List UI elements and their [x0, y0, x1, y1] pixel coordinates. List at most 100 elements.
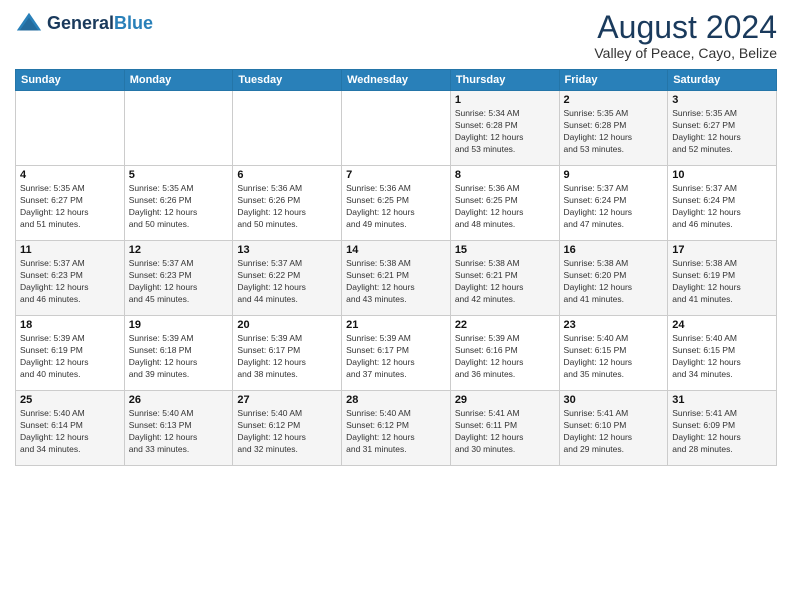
cell-content: Sunrise: 5:34 AMSunset: 6:28 PMDaylight:… — [455, 108, 555, 156]
calendar-cell: 26 Sunrise: 5:40 AMSunset: 6:13 PMDayligh… — [124, 391, 233, 466]
day-number: 23 — [564, 319, 664, 331]
day-number: 5 — [129, 169, 229, 181]
cell-content: Sunrise: 5:37 AMSunset: 6:24 PMDaylight:… — [564, 183, 664, 231]
day-number: 14 — [346, 244, 446, 256]
cell-content: Sunrise: 5:39 AMSunset: 6:17 PMDaylight:… — [346, 333, 446, 381]
calendar-cell: 31 Sunrise: 5:41 AMSunset: 6:09 PMDayligh… — [668, 391, 777, 466]
calendar-cell: 24Sunrise: 5:40 AMSunset: 6:15 PMDayligh… — [668, 316, 777, 391]
day-number: 28 — [346, 394, 446, 406]
cell-content: Sunrise: 5:40 AMSunset: 6:13 PMDaylight:… — [129, 408, 229, 456]
cell-content: Sunrise: 5:37 AMSunset: 6:23 PMDaylight:… — [129, 258, 229, 306]
calendar-week-2: 4 Sunrise: 5:35 AMSunset: 6:27 PMDaylight… — [16, 166, 777, 241]
cell-content: Sunrise: 5:40 AMSunset: 6:15 PMDaylight:… — [564, 333, 664, 381]
day-number: 6 — [237, 169, 337, 181]
calendar-cell: 11 Sunrise: 5:37 AMSunset: 6:23 PMDayligh… — [16, 241, 125, 316]
calendar-cell: 22Sunrise: 5:39 AMSunset: 6:16 PMDayligh… — [450, 316, 559, 391]
cell-content: Sunrise: 5:41 AMSunset: 6:09 PMDaylight:… — [672, 408, 772, 456]
cell-content: Sunrise: 5:40 AMSunset: 6:15 PMDaylight:… — [672, 333, 772, 381]
day-number: 15 — [455, 244, 555, 256]
cell-content: Sunrise: 5:38 AMSunset: 6:21 PMDaylight:… — [346, 258, 446, 306]
logo-icon — [15, 10, 43, 38]
day-number: 13 — [237, 244, 337, 256]
calendar-cell: 1 Sunrise: 5:34 AMSunset: 6:28 PMDaylight… — [450, 91, 559, 166]
cell-content: Sunrise: 5:39 AMSunset: 6:17 PMDaylight:… — [237, 333, 337, 381]
page-header: GeneralBlue August 2024 Valley of Peace,… — [15, 10, 777, 61]
day-number: 2 — [564, 94, 664, 106]
calendar-cell: 16 Sunrise: 5:38 AMSunset: 6:20 PMDayligh… — [559, 241, 668, 316]
calendar-cell: 3 Sunrise: 5:35 AMSunset: 6:27 PMDaylight… — [668, 91, 777, 166]
calendar-body: 1 Sunrise: 5:34 AMSunset: 6:28 PMDaylight… — [16, 91, 777, 466]
calendar-cell: 21 Sunrise: 5:39 AMSunset: 6:17 PMDayligh… — [342, 316, 451, 391]
calendar-cell: 30 Sunrise: 5:41 AMSunset: 6:10 PMDayligh… — [559, 391, 668, 466]
calendar-cell: 8Sunrise: 5:36 AMSunset: 6:25 PMDaylight… — [450, 166, 559, 241]
calendar-cell: 15 Sunrise: 5:38 AMSunset: 6:21 PMDayligh… — [450, 241, 559, 316]
day-number: 11 — [20, 244, 120, 256]
logo: GeneralBlue — [15, 10, 153, 38]
calendar-cell: 17Sunrise: 5:38 AMSunset: 6:19 PMDayligh… — [668, 241, 777, 316]
cell-content: Sunrise: 5:39 AMSunset: 6:18 PMDaylight:… — [129, 333, 229, 381]
day-number: 10 — [672, 169, 772, 181]
title-area: August 2024 Valley of Peace, Cayo, Beliz… — [594, 10, 777, 61]
calendar-cell — [124, 91, 233, 166]
day-number: 26 — [129, 394, 229, 406]
calendar-cell: 18Sunrise: 5:39 AMSunset: 6:19 PMDayligh… — [16, 316, 125, 391]
day-number: 31 — [672, 394, 772, 406]
calendar-week-4: 18Sunrise: 5:39 AMSunset: 6:19 PMDayligh… — [16, 316, 777, 391]
cell-content: Sunrise: 5:40 AMSunset: 6:14 PMDaylight:… — [20, 408, 120, 456]
calendar-week-3: 11 Sunrise: 5:37 AMSunset: 6:23 PMDayligh… — [16, 241, 777, 316]
day-number: 22 — [455, 319, 555, 331]
cell-content: Sunrise: 5:39 AMSunset: 6:19 PMDaylight:… — [20, 333, 120, 381]
cell-content: Sunrise: 5:40 AMSunset: 6:12 PMDaylight:… — [237, 408, 337, 456]
cell-content: Sunrise: 5:38 AMSunset: 6:21 PMDaylight:… — [455, 258, 555, 306]
cell-content: Sunrise: 5:35 AMSunset: 6:28 PMDaylight:… — [564, 108, 664, 156]
calendar-cell: 27 Sunrise: 5:40 AMSunset: 6:12 PMDayligh… — [233, 391, 342, 466]
day-number: 3 — [672, 94, 772, 106]
logo-text: GeneralBlue — [47, 14, 153, 34]
day-number: 25 — [20, 394, 120, 406]
day-number: 29 — [455, 394, 555, 406]
day-number: 4 — [20, 169, 120, 181]
cell-content: Sunrise: 5:35 AMSunset: 6:27 PMDaylight:… — [20, 183, 120, 231]
days-row: SundayMondayTuesdayWednesdayThursdayFrid… — [16, 70, 777, 91]
calendar-cell: 29 Sunrise: 5:41 AMSunset: 6:11 PMDayligh… — [450, 391, 559, 466]
calendar-week-1: 1 Sunrise: 5:34 AMSunset: 6:28 PMDaylight… — [16, 91, 777, 166]
day-number: 12 — [129, 244, 229, 256]
calendar-cell: 2 Sunrise: 5:35 AMSunset: 6:28 PMDaylight… — [559, 91, 668, 166]
calendar-week-5: 25 Sunrise: 5:40 AMSunset: 6:14 PMDayligh… — [16, 391, 777, 466]
calendar-header: SundayMondayTuesdayWednesdayThursdayFrid… — [16, 70, 777, 91]
cell-content: Sunrise: 5:37 AMSunset: 6:23 PMDaylight:… — [20, 258, 120, 306]
calendar-cell: 9 Sunrise: 5:37 AMSunset: 6:24 PMDaylight… — [559, 166, 668, 241]
cell-content: Sunrise: 5:41 AMSunset: 6:10 PMDaylight:… — [564, 408, 664, 456]
day-number: 20 — [237, 319, 337, 331]
calendar-cell: 4 Sunrise: 5:35 AMSunset: 6:27 PMDaylight… — [16, 166, 125, 241]
day-header-saturday: Saturday — [668, 70, 777, 91]
calendar-cell: 12 Sunrise: 5:37 AMSunset: 6:23 PMDayligh… — [124, 241, 233, 316]
calendar-cell: 25 Sunrise: 5:40 AMSunset: 6:14 PMDayligh… — [16, 391, 125, 466]
day-header-thursday: Thursday — [450, 70, 559, 91]
calendar-cell: 6 Sunrise: 5:36 AMSunset: 6:26 PMDaylight… — [233, 166, 342, 241]
cell-content: Sunrise: 5:41 AMSunset: 6:11 PMDaylight:… — [455, 408, 555, 456]
calendar-cell: 10Sunrise: 5:37 AMSunset: 6:24 PMDayligh… — [668, 166, 777, 241]
day-number: 9 — [564, 169, 664, 181]
calendar-cell: 19Sunrise: 5:39 AMSunset: 6:18 PMDayligh… — [124, 316, 233, 391]
calendar-cell: 20 Sunrise: 5:39 AMSunset: 6:17 PMDayligh… — [233, 316, 342, 391]
day-number: 30 — [564, 394, 664, 406]
day-number: 7 — [346, 169, 446, 181]
cell-content: Sunrise: 5:38 AMSunset: 6:20 PMDaylight:… — [564, 258, 664, 306]
calendar-cell: 23 Sunrise: 5:40 AMSunset: 6:15 PMDayligh… — [559, 316, 668, 391]
month-title: August 2024 — [594, 10, 777, 45]
day-header-monday: Monday — [124, 70, 233, 91]
day-number: 21 — [346, 319, 446, 331]
cell-content: Sunrise: 5:37 AMSunset: 6:22 PMDaylight:… — [237, 258, 337, 306]
day-number: 1 — [455, 94, 555, 106]
calendar-cell: 7Sunrise: 5:36 AMSunset: 6:25 PMDaylight… — [342, 166, 451, 241]
day-header-wednesday: Wednesday — [342, 70, 451, 91]
cell-content: Sunrise: 5:40 AMSunset: 6:12 PMDaylight:… — [346, 408, 446, 456]
cell-content: Sunrise: 5:36 AMSunset: 6:26 PMDaylight:… — [237, 183, 337, 231]
day-number: 27 — [237, 394, 337, 406]
day-header-tuesday: Tuesday — [233, 70, 342, 91]
day-number: 16 — [564, 244, 664, 256]
calendar-cell — [16, 91, 125, 166]
cell-content: Sunrise: 5:35 AMSunset: 6:27 PMDaylight:… — [672, 108, 772, 156]
day-header-friday: Friday — [559, 70, 668, 91]
